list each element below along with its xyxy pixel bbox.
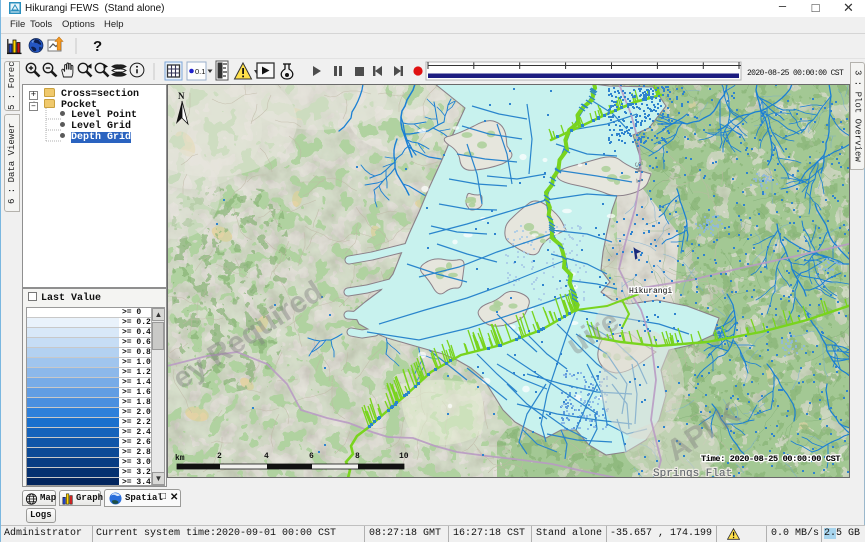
svg-text:Hikurangi: Hikurangi [629, 287, 672, 296]
svg-text:4: 4 [264, 452, 269, 461]
svg-text:N: N [178, 91, 185, 101]
svg-text:6: 6 [309, 452, 314, 461]
svg-text:Time: 2020-08-25 00:00:00 CST: Time: 2020-08-25 00:00:00 CST [701, 454, 840, 464]
svg-text:8: 8 [355, 452, 360, 461]
svg-text:?: ? [93, 38, 102, 55]
svg-text:10: 10 [399, 452, 409, 461]
svg-text:0.1: 0.1 [195, 67, 205, 76]
svg-text:Springs Flat: Springs Flat [653, 468, 732, 478]
svg-text:km: km [175, 454, 185, 463]
svg-text:2020-08-25 00:00:00 CST: 2020-08-25 00:00:00 CST [747, 69, 844, 78]
svg-text:2: 2 [217, 452, 222, 461]
svg-text:SH 1: SH 1 [632, 161, 644, 183]
